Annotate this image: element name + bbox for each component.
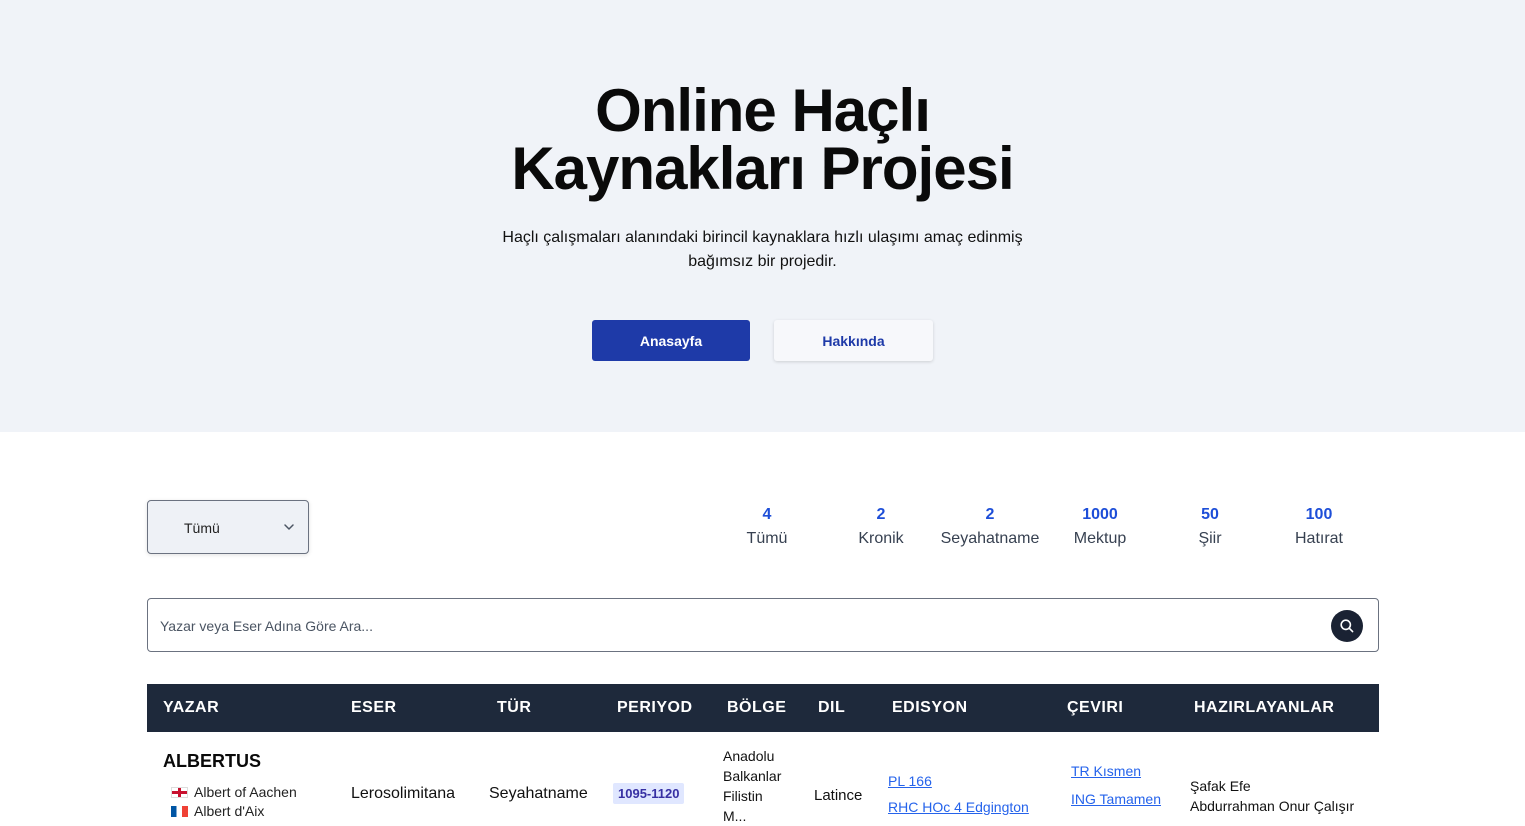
edition-link[interactable]: RHC HOc 4 Edgington [888, 799, 1029, 815]
column-header-period[interactable]: PERIYOD [617, 699, 693, 717]
category-stats: 4 Tümü 2 Kronik 2 Seyahatname 1000 Mektu… [712, 505, 1372, 555]
author-alias: Albert of Aachen [171, 784, 297, 800]
stat-label: Kronik [858, 530, 904, 547]
stat-count: 4 [762, 506, 772, 523]
england-flag-icon [171, 786, 188, 798]
hero-subtitle: Haçlı çalışmaları alanındaki birincil ka… [502, 229, 1023, 270]
stat-all[interactable]: 4 Tümü [712, 505, 822, 553]
column-header-preparers[interactable]: HAZIRLAYANLAR [1194, 699, 1334, 717]
language: Latince [814, 787, 863, 804]
home-button[interactable]: Anasayfa [592, 320, 750, 361]
author-alias-text: Albert of Aachen [194, 784, 297, 800]
category-select-value: Tümü [184, 520, 220, 536]
stat-memoir[interactable]: 100 Hatırat [1264, 505, 1374, 553]
translation-link[interactable]: TR Kısmen [1071, 763, 1141, 779]
edition-link[interactable]: PL 166 [888, 773, 932, 789]
column-header-work[interactable]: ESER [351, 699, 397, 717]
stat-count: 1000 [1082, 506, 1118, 523]
search-icon [1340, 619, 1354, 633]
page-title: Online Haçlı Kaynakları Projesi [0, 81, 1525, 199]
about-button[interactable]: Hakkında [774, 320, 933, 361]
stat-label: Tümü [746, 530, 788, 547]
column-header-language[interactable]: DIL [818, 699, 845, 717]
page-title-line1: Online Haçlı [595, 77, 931, 144]
category-select[interactable]: Tümü [147, 500, 309, 554]
work-type: Seyahatname [489, 785, 588, 802]
region-item: Anadolu [723, 748, 775, 764]
column-header-region[interactable]: BÖLGE [727, 699, 786, 717]
stat-count: 2 [985, 506, 995, 523]
stat-chronicle[interactable]: 2 Kronik [826, 505, 936, 553]
author-alias-text: Albert d'Aix [194, 803, 265, 819]
stat-label: Mektup [1073, 530, 1127, 547]
stat-count: 100 [1305, 506, 1333, 523]
column-header-translation[interactable]: ÇEVIRI [1067, 699, 1123, 717]
table-header: YAZAR ESER TÜR PERIYOD BÖLGE DIL EDISYON… [147, 684, 1379, 732]
hero-section: Online Haçlı Kaynakları Projesi Haçlı ça… [0, 0, 1525, 432]
author-name: ALBERTUS [163, 751, 261, 771]
preparer-name: Abdurrahman Onur Çalışır [1190, 798, 1355, 814]
stat-poem[interactable]: 50 Şiir [1155, 505, 1265, 553]
column-header-author[interactable]: YAZAR [163, 699, 219, 717]
translation-link[interactable]: ING Tamamen [1071, 791, 1161, 807]
table-row: ALBERTUS Albert of Aachen Albert d'Aix L… [147, 732, 1379, 824]
stat-letter[interactable]: 1000 Mektup [1045, 505, 1155, 553]
page-title-line2: Kaynakları Projesi [511, 135, 1014, 202]
preparers: Şafak Efe Abdurrahman Onur Çalışır [1190, 776, 1354, 816]
region-item: Filistin [723, 788, 763, 804]
search-bar [147, 598, 1379, 652]
france-flag-icon [171, 805, 188, 817]
period-badge: 1095-1120 [613, 783, 685, 804]
region-list: Anadolu Balkanlar Filistin M... [723, 746, 781, 826]
preparer-name: Şafak Efe [1190, 778, 1251, 794]
column-header-edition[interactable]: EDISYON [892, 699, 968, 717]
author-alias: Albert d'Aix [171, 803, 264, 819]
stat-count: 2 [876, 506, 886, 523]
region-item: M... [723, 808, 747, 824]
column-header-type[interactable]: TÜR [497, 699, 531, 717]
search-button[interactable] [1331, 610, 1363, 642]
stat-count: 50 [1201, 506, 1219, 523]
work-title: Lerosolimitana [351, 785, 456, 802]
region-item: Balkanlar [723, 768, 782, 784]
stat-travelogue[interactable]: 2 Seyahatname [935, 505, 1045, 553]
stat-label: Seyahatname [940, 530, 1040, 547]
chevron-down-icon [284, 524, 294, 530]
stat-label: Şiir [1198, 530, 1222, 547]
search-input[interactable] [160, 616, 1310, 636]
stat-label: Hatırat [1294, 530, 1343, 547]
